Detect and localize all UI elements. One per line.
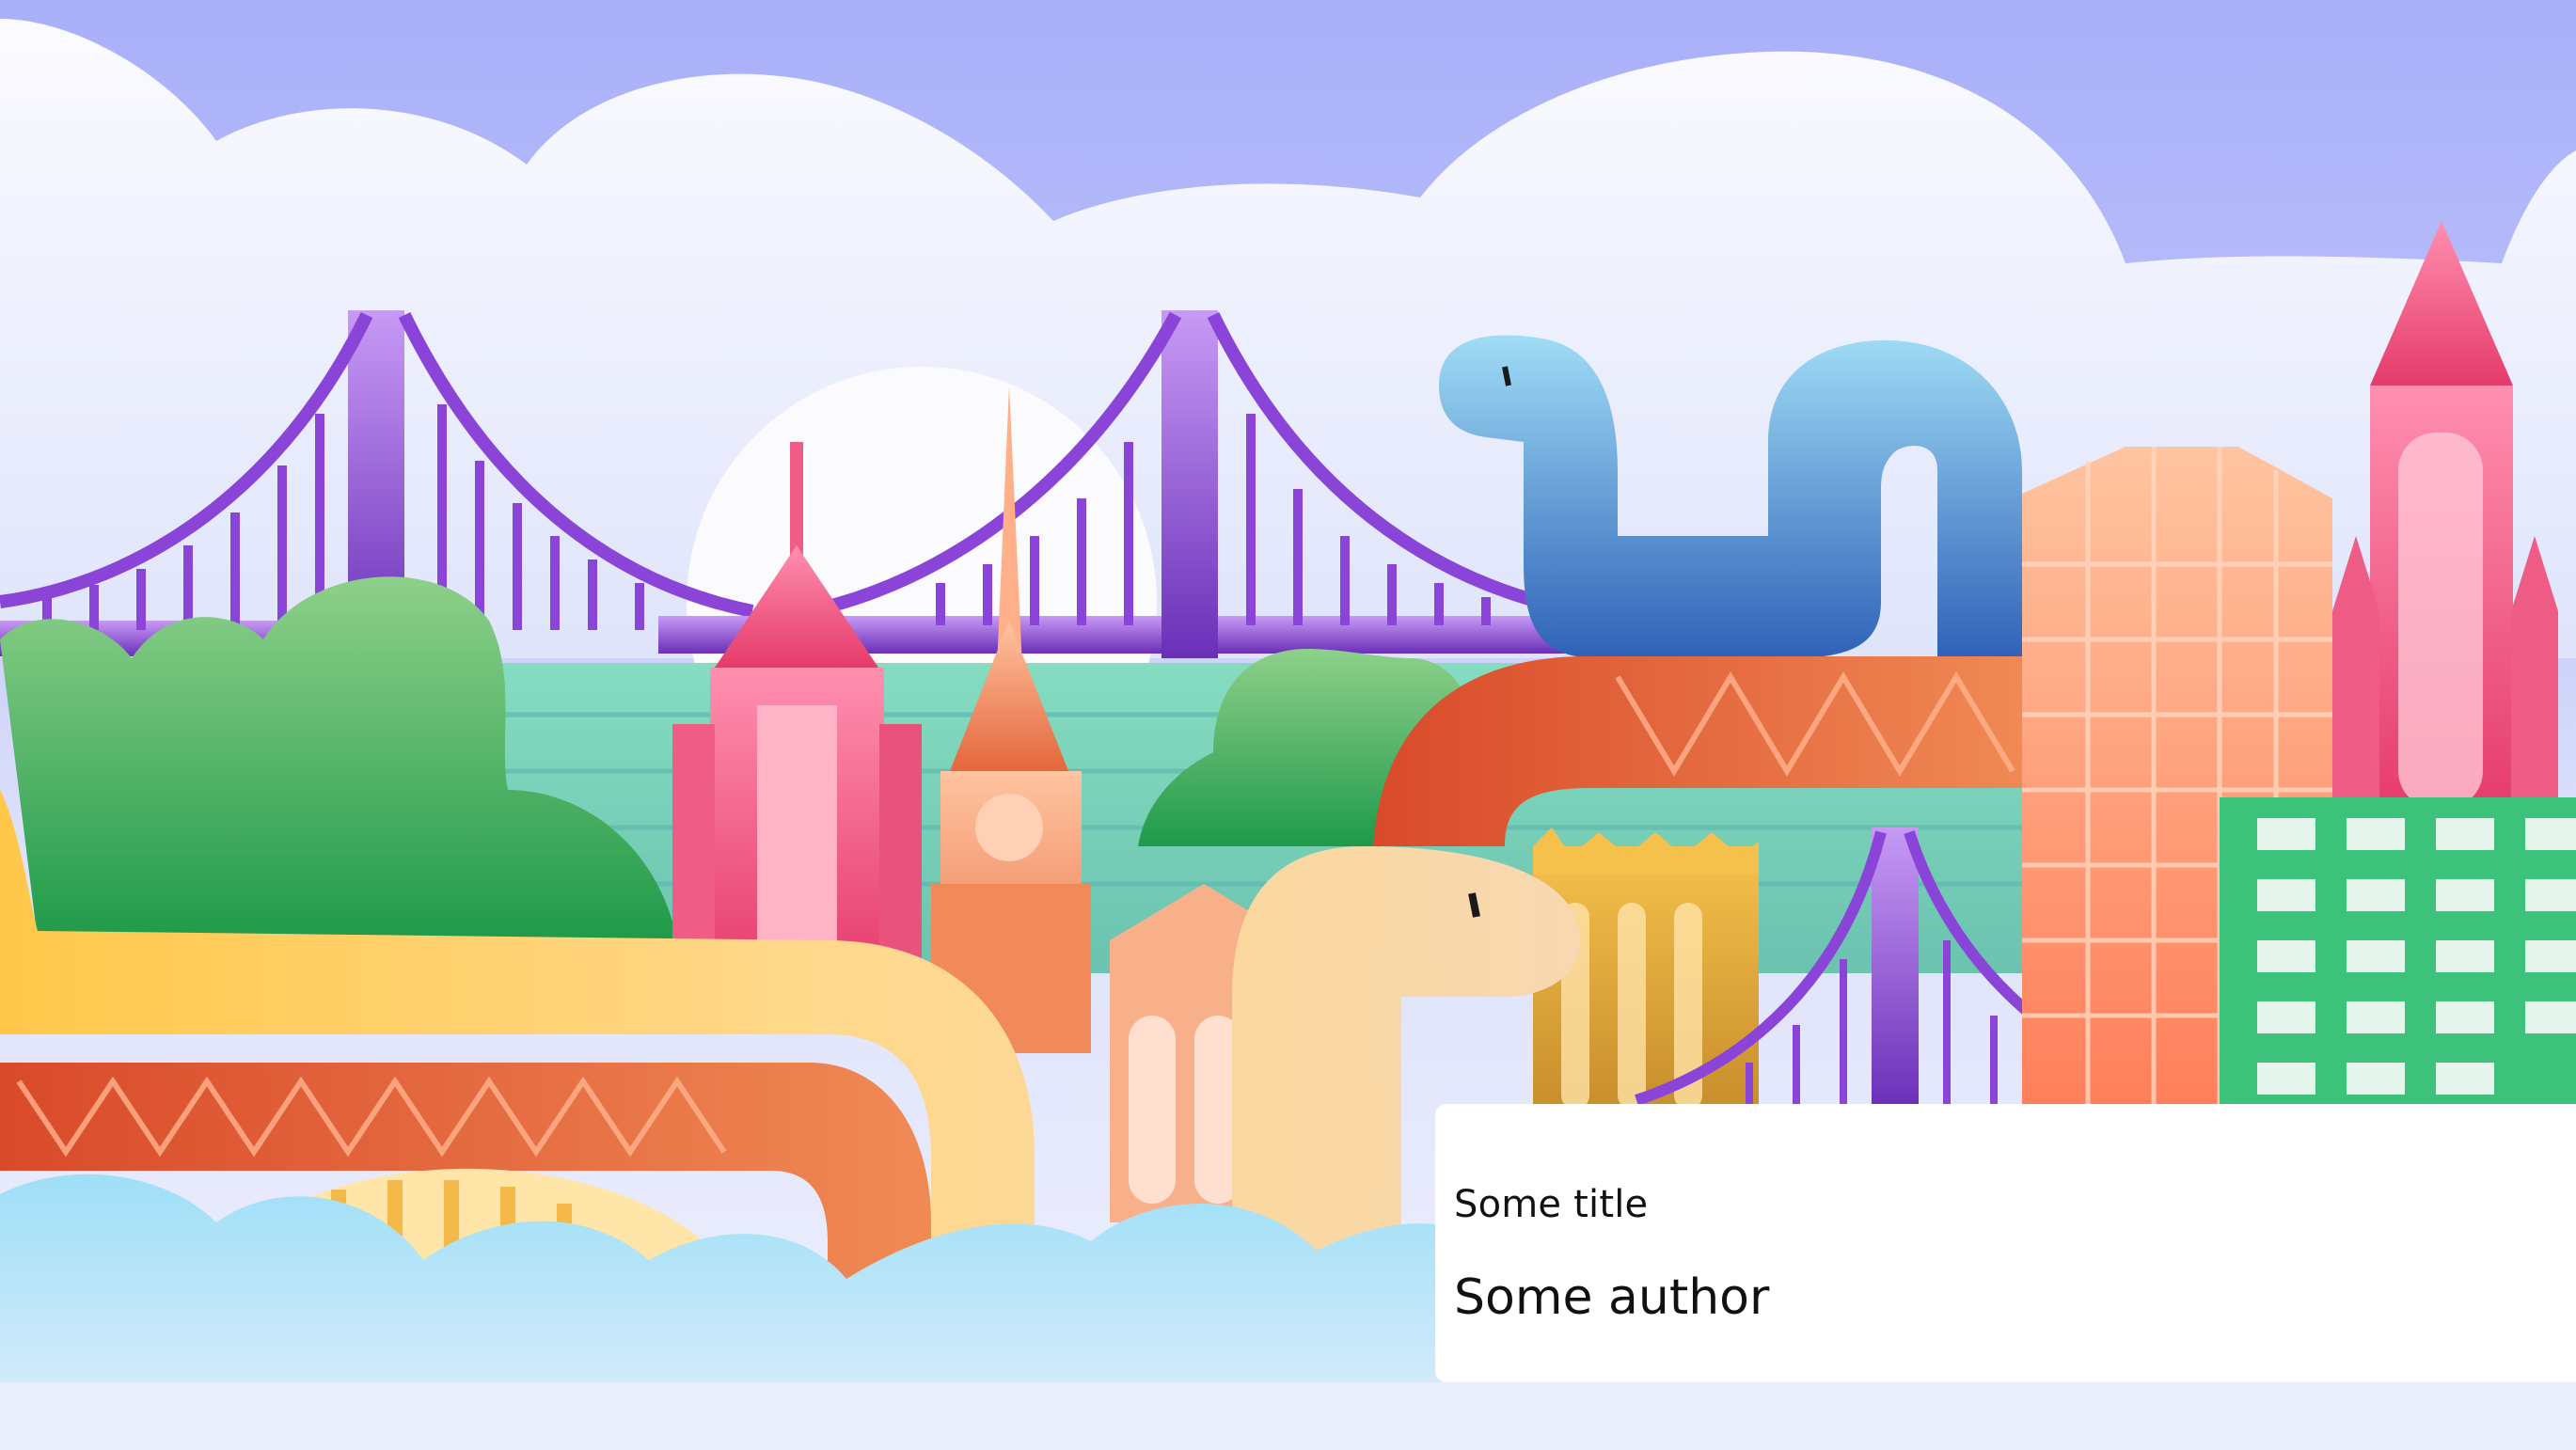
card-title: Some title bbox=[1454, 1183, 1649, 1226]
green-building bbox=[2220, 797, 2576, 1108]
golden-building bbox=[1533, 827, 1759, 1128]
card-author: Some author bbox=[1454, 1269, 1770, 1326]
fog-floor bbox=[0, 1382, 2576, 1450]
caption-card: Some title Some author bbox=[1435, 1104, 2576, 1382]
